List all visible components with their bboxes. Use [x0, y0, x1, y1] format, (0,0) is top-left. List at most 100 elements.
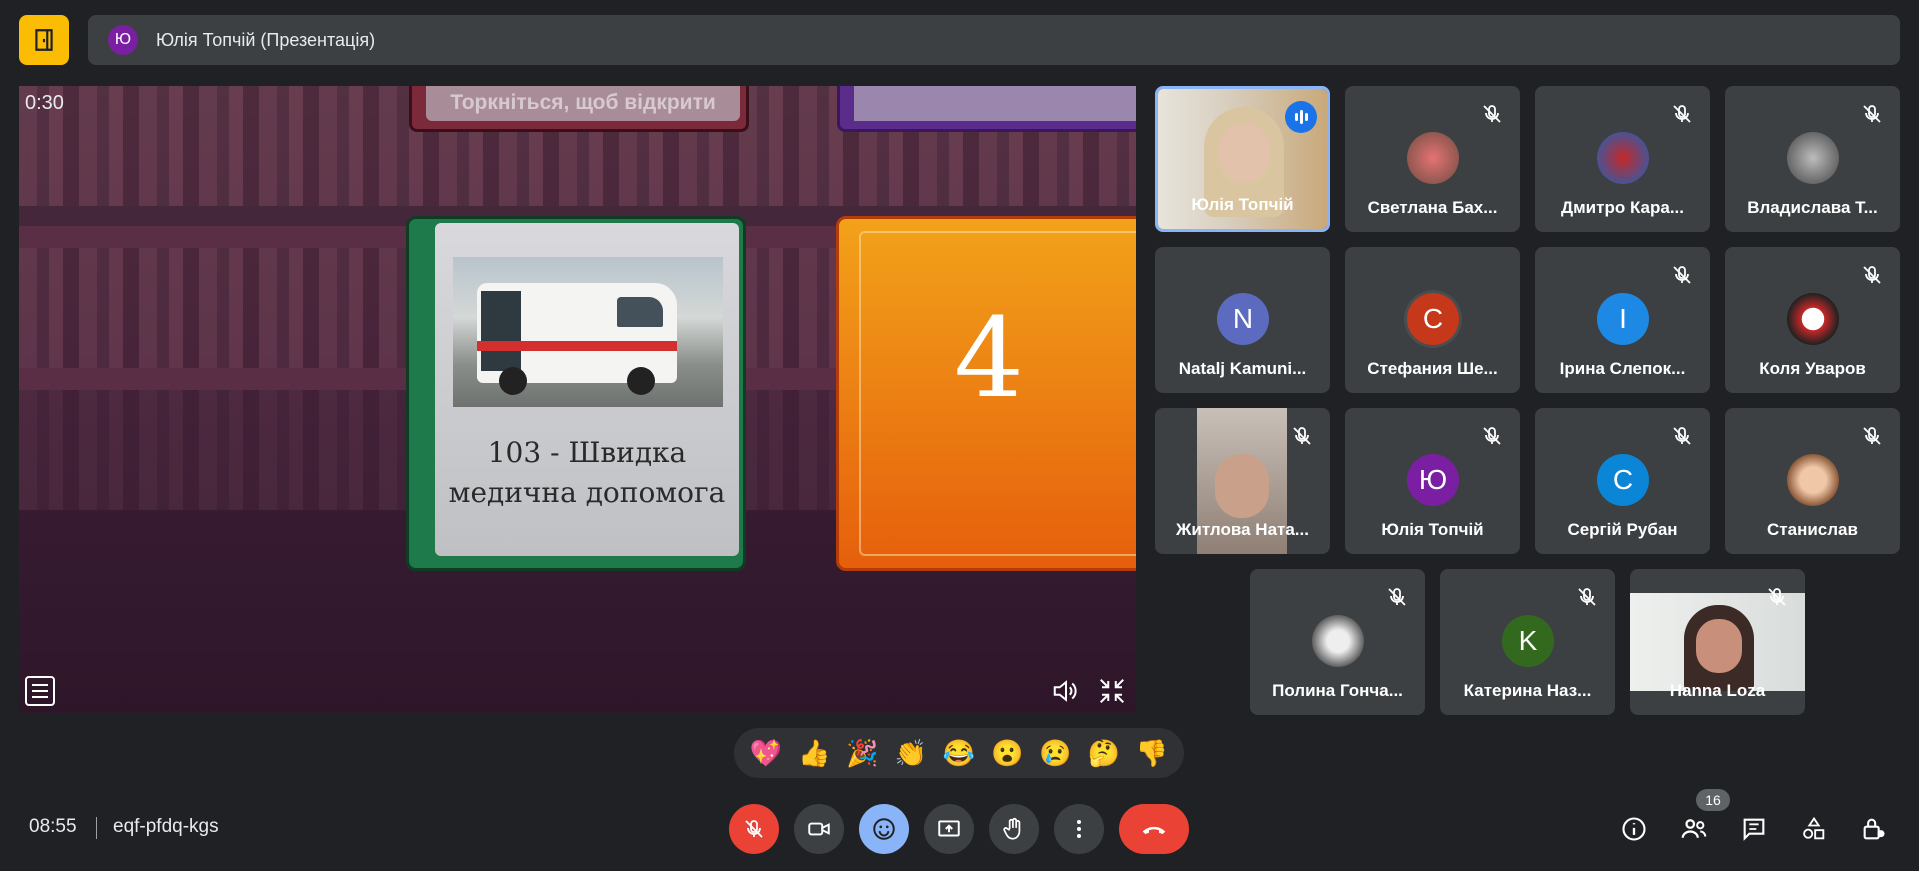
participant-tile[interactable]: Светлана Бах... — [1345, 86, 1520, 232]
hang-up-icon — [1142, 826, 1166, 834]
reaction-surprised[interactable]: 😮 — [991, 738, 1023, 769]
participant-tile[interactable]: Ю Юлія Топчій — [1345, 408, 1520, 554]
participant-avatar: C — [1407, 293, 1459, 345]
divider — [96, 817, 97, 839]
mic-off-icon — [1863, 427, 1881, 445]
tap-to-open-text: Торкніться, щоб відкрити — [450, 91, 716, 114]
reactions-button[interactable] — [859, 804, 909, 854]
participant-avatar — [1407, 132, 1459, 184]
participant-name: Станислав — [1767, 520, 1858, 539]
participant-avatar — [1787, 454, 1839, 506]
participant-avatar: N — [1217, 293, 1269, 345]
ambulance-photo — [453, 257, 723, 407]
reaction-thumbs-down[interactable]: 👎 — [1136, 738, 1168, 769]
participant-name: Ірина Слепок... — [1559, 359, 1686, 378]
more-options-button[interactable] — [1054, 804, 1104, 854]
camera-icon — [808, 822, 830, 836]
meeting-code: eqf-pfdq-kgs — [113, 816, 219, 837]
participant-tile[interactable]: Житлова Ната... — [1155, 408, 1330, 554]
shapes-icon — [1803, 816, 1825, 840]
participant-tile[interactable]: Юлія Топчій — [1155, 86, 1330, 232]
participant-avatar — [1787, 132, 1839, 184]
participant-avatar — [1597, 132, 1649, 184]
participant-avatar: C — [1597, 454, 1649, 506]
participant-avatar: K — [1502, 615, 1554, 667]
card-number: 4 — [954, 294, 1024, 422]
speaking-indicator-icon — [1285, 101, 1317, 133]
reaction-laugh[interactable]: 😂 — [943, 738, 975, 769]
meeting-clock: 08:55 — [29, 816, 77, 837]
mic-off-icon — [1768, 588, 1786, 606]
mic-toggle-button[interactable] — [729, 804, 779, 854]
raise-hand-button[interactable] — [989, 804, 1039, 854]
people-icon — [1681, 819, 1707, 838]
participant-tile[interactable]: K Катерина Наз... — [1440, 569, 1615, 715]
participant-name: Natalj Kamuni... — [1178, 359, 1307, 378]
reaction-sad[interactable]: 😢 — [1039, 738, 1071, 769]
participant-name: Дмитро Кара... — [1560, 198, 1684, 217]
book-card-number[interactable]: 4 — [836, 216, 1136, 571]
participant-name: Владислава Т... — [1747, 198, 1878, 217]
book-card-ambulance[interactable]: 103 - Швидка медична допомога — [406, 216, 746, 571]
present-screen-icon — [938, 820, 960, 837]
participant-tile[interactable]: Hanna Loza — [1630, 569, 1805, 715]
leave-call-button[interactable] — [1119, 804, 1189, 854]
participant-avatar — [1787, 293, 1839, 345]
reaction-thumbs-up[interactable]: 👍 — [798, 738, 830, 769]
host-controls-button[interactable] — [1857, 812, 1891, 846]
present-screen-button[interactable] — [924, 804, 974, 854]
reaction-party[interactable]: 🎉 — [846, 738, 878, 769]
participant-name: Коля Уваров — [1759, 359, 1866, 378]
participant-name: Катерина Наз... — [1463, 681, 1592, 700]
participant-name: Светлана Бах... — [1367, 198, 1498, 217]
participant-name: Полина Гонча... — [1272, 681, 1403, 700]
emoji-icon — [873, 818, 895, 840]
reaction-clap[interactable]: 👏 — [895, 738, 927, 769]
mic-off-icon — [1673, 105, 1691, 123]
exit-presentation-button[interactable] — [19, 15, 69, 65]
exit-fullscreen-icon[interactable] — [1097, 676, 1127, 706]
participant-tile[interactable]: C Стефания Ше... — [1345, 247, 1520, 393]
participant-tile[interactable]: I Ірина Слепок... — [1535, 247, 1710, 393]
participant-avatar: I — [1597, 293, 1649, 345]
participant-name: Житлова Ната... — [1176, 520, 1309, 539]
mic-off-icon — [1388, 588, 1406, 606]
book-card-top-left[interactable]: Торкніться, щоб відкрити — [409, 86, 749, 132]
volume-icon[interactable] — [1051, 676, 1081, 706]
mic-off-icon — [1673, 427, 1691, 445]
reaction-thinking[interactable]: 🤔 — [1087, 738, 1119, 769]
presentation-stage[interactable]: Торкніться, щоб відкрити 103 - Швидка ме… — [19, 86, 1136, 713]
activities-button[interactable] — [1797, 812, 1831, 846]
more-vert-icon — [1077, 820, 1081, 838]
slide-menu-icon[interactable] — [25, 676, 55, 706]
presentation-timer: 0:30 — [25, 92, 64, 114]
mic-off-icon — [1483, 105, 1501, 123]
meet-window: Ю Юлія Топчій (Презентація) Торкніться, … — [0, 0, 1919, 871]
participant-tile[interactable]: N Natalj Kamuni... — [1155, 247, 1330, 393]
participant-tile[interactable]: Дмитро Кара... — [1535, 86, 1710, 232]
participant-tile[interactable]: Станислав — [1725, 408, 1900, 554]
mic-off-icon — [1578, 588, 1596, 606]
camera-toggle-button[interactable] — [794, 804, 844, 854]
mic-off-icon — [1863, 105, 1881, 123]
chat-button[interactable] — [1737, 812, 1771, 846]
participant-tile[interactable]: C Сергій Рубан — [1535, 408, 1710, 554]
card-caption: 103 - Швидка медична допомога — [448, 436, 726, 509]
reaction-heart[interactable]: 💖 — [750, 738, 782, 769]
meeting-details-button[interactable] — [1617, 812, 1651, 846]
reactions-bar: 💖 👍 🎉 👏 😂 😮 😢 🤔 👎 — [734, 728, 1184, 778]
book-card-top-right[interactable] — [837, 86, 1136, 132]
lock-person-icon — [1863, 818, 1885, 840]
participant-avatar: Ю — [1407, 454, 1459, 506]
participant-tile[interactable]: Коля Уваров — [1725, 247, 1900, 393]
participant-name: Юлія Топчій — [1381, 520, 1484, 539]
participant-video — [1696, 619, 1742, 673]
participant-video — [1218, 123, 1270, 183]
participant-tile[interactable]: Полина Гонча... — [1250, 569, 1425, 715]
participant-tile[interactable]: Владислава Т... — [1725, 86, 1900, 232]
mic-off-icon — [1863, 266, 1881, 284]
door-exit-icon — [35, 29, 53, 51]
participant-avatar — [1312, 615, 1364, 667]
people-button[interactable] — [1677, 812, 1711, 846]
mic-off-icon — [1483, 427, 1501, 445]
